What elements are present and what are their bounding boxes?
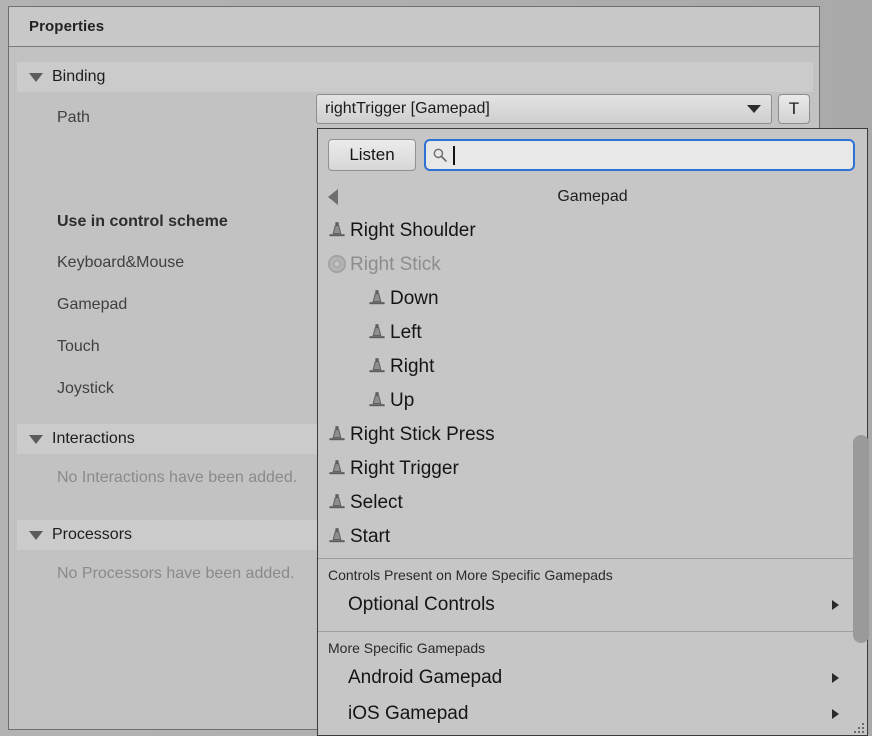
gamepad-button-icon (326, 423, 348, 445)
list-item[interactable]: Select (318, 485, 867, 519)
chevron-down-icon (29, 531, 43, 540)
chevron-down-icon (747, 105, 761, 113)
control-picker-popup: Listen Gamepad Righ (317, 128, 868, 736)
list-item-label: Start (350, 527, 390, 546)
foldout-binding[interactable]: Binding (17, 62, 813, 92)
page-title: Properties (9, 18, 104, 35)
list-item-label: Left (390, 323, 422, 342)
list-item-label: Right Shoulder (350, 221, 476, 240)
menu-item-android-gamepad[interactable]: Android Gamepad (318, 660, 867, 696)
gamepad-button-icon (326, 525, 348, 547)
gamepad-button-icon (326, 491, 348, 513)
path-value-text: rightTrigger [Gamepad] (317, 100, 490, 118)
gamepad-button-icon (326, 219, 348, 241)
triangle-left-icon[interactable] (328, 189, 338, 205)
listen-button-label: Listen (349, 145, 394, 165)
list-item[interactable]: Right Trigger (318, 451, 867, 485)
list-item[interactable]: Right Stick Press (318, 417, 867, 451)
foldout-processors-label: Processors (52, 526, 132, 544)
text-caret (453, 146, 455, 165)
gamepad-button-icon (366, 355, 388, 377)
scheme-label-keyboard-mouse: Keyboard&Mouse (9, 254, 184, 272)
path-toggle-t-button[interactable]: T (778, 94, 810, 124)
gamepad-button-icon (326, 457, 348, 479)
list-item[interactable]: Up (318, 383, 867, 417)
triangle-right-icon (832, 600, 839, 610)
list-item[interactable]: Start (318, 519, 867, 553)
scheme-label-touch: Touch (9, 338, 100, 356)
list-item-label: Right (390, 357, 434, 376)
chevron-down-icon (29, 73, 43, 82)
gamepad-button-icon (366, 321, 388, 343)
triangle-right-icon (832, 709, 839, 719)
foldout-binding-label: Binding (52, 68, 105, 86)
menu-item-optional-controls[interactable]: Optional Controls (318, 587, 867, 623)
picker-toolbar: Listen (318, 129, 867, 181)
scrollbar-thumb[interactable] (853, 435, 869, 643)
list-item-label: Right Stick (350, 255, 441, 274)
list-item-label: Select (350, 493, 403, 512)
chevron-down-icon (29, 435, 43, 444)
picker-control-list: Right Shoulder Right Stick (318, 213, 867, 732)
gamepad-stick-icon (326, 253, 348, 275)
scheme-label-gamepad: Gamepad (9, 296, 127, 314)
list-item[interactable]: Down (318, 281, 867, 315)
screen-root: Properties Binding Path Use in control s… (0, 0, 872, 736)
gamepad-button-icon (366, 389, 388, 411)
breadcrumb: Gamepad (557, 188, 627, 206)
list-item-label: Down (390, 289, 439, 308)
inspector-header: Properties (9, 7, 819, 47)
gamepad-button-icon (366, 287, 388, 309)
menu-item-label: iOS Gamepad (348, 703, 468, 725)
list-item[interactable]: Right (318, 349, 867, 383)
foldout-interactions-label: Interactions (52, 430, 135, 448)
listen-button[interactable]: Listen (328, 139, 416, 171)
list-item[interactable]: Left (318, 315, 867, 349)
menu-item-label: Android Gamepad (348, 667, 502, 689)
scheme-label-joystick: Joystick (9, 380, 114, 398)
path-toggle-t-label: T (789, 99, 799, 119)
list-item-label: Up (390, 391, 414, 410)
search-field[interactable] (424, 139, 855, 171)
use-in-control-scheme-label: Use in control scheme (9, 213, 228, 231)
path-dropdown-field[interactable]: rightTrigger [Gamepad] (316, 94, 772, 124)
list-item: Right Stick (318, 247, 867, 281)
list-item[interactable]: Right Shoulder (318, 213, 867, 247)
group-title-more-specific-gamepads: More Specific Gamepads (318, 632, 867, 660)
interactions-empty-text: No Interactions have been added. (9, 469, 297, 487)
vertical-scrollbar[interactable] (850, 128, 870, 734)
picker-breadcrumb-row: Gamepad (318, 181, 867, 213)
menu-item-ios-gamepad[interactable]: iOS Gamepad (318, 696, 867, 732)
processors-empty-text: No Processors have been added. (9, 565, 294, 583)
list-item-label: Right Trigger (350, 459, 459, 478)
menu-item-label: Optional Controls (348, 594, 495, 616)
triangle-right-icon (832, 673, 839, 683)
group-title-optional-controls: Controls Present on More Specific Gamepa… (318, 559, 867, 587)
list-item-label: Right Stick Press (350, 425, 495, 444)
search-icon (432, 147, 448, 163)
path-label: Path (9, 109, 90, 127)
